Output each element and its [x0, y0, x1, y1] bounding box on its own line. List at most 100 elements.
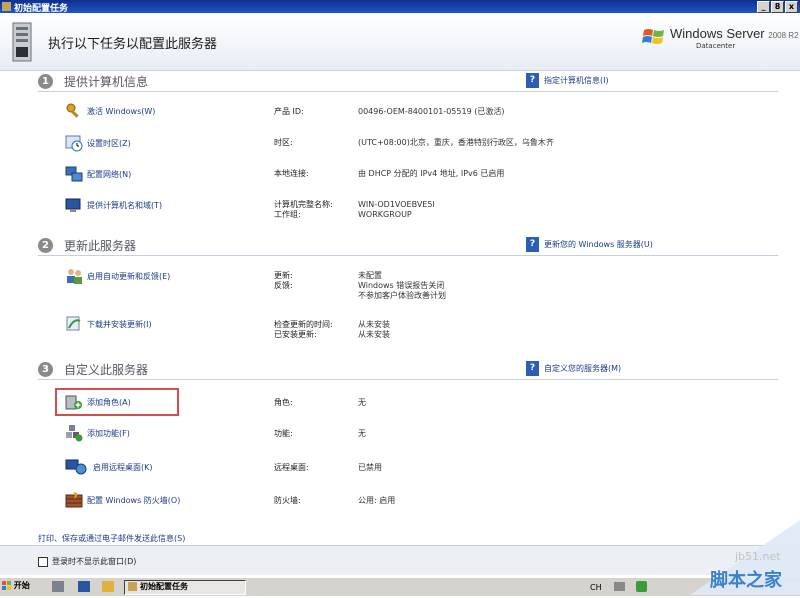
section-title: 提供计算机信息 [64, 75, 149, 89]
watermark-domain: jb51.net [735, 550, 781, 563]
prop-label: 功能: [274, 429, 293, 438]
explorer-icon[interactable] [102, 581, 114, 592]
prop-value: 已禁用 [358, 463, 382, 472]
brand-name: Windows Server [670, 26, 765, 41]
task-label: 配置网络(N) [87, 170, 132, 179]
prop-value: WIN-OD1VOEBVE5I WORKGROUP [358, 200, 435, 219]
section-number: 3 [38, 362, 53, 377]
specify-computer-info-link[interactable]: ? 指定计算机信息(I) [526, 73, 609, 88]
brand-edition: Datacenter [696, 42, 736, 50]
restore-button[interactable]: 8 [771, 1, 784, 13]
start-label: 开始 [13, 581, 30, 590]
prop-label: 防火墙: [274, 496, 301, 505]
server-icon [12, 22, 32, 62]
task-label: 添加功能(F) [87, 429, 130, 438]
close-button[interactable]: x [785, 1, 798, 13]
task-enable-auto-update[interactable]: 启用自动更新和反馈(E) [65, 267, 265, 289]
task-label: 激活 Windows(W) [87, 107, 156, 116]
powershell-icon[interactable] [78, 581, 90, 592]
window-icon [2, 2, 11, 11]
highlight-box [55, 388, 179, 416]
prop-value: 00496-OEM-8400101-05519 (已激活) [358, 107, 505, 116]
users-icon [67, 269, 82, 284]
task-list-area: 1 提供计算机信息 ? 指定计算机信息(I) 激活 Windows(W) 产品 … [0, 71, 800, 545]
prop-value: 从未安装 从未安装 [358, 320, 390, 339]
prop-value: 无 [358, 429, 366, 438]
brand-version: 2008 R2 [768, 31, 799, 40]
tray-keyboard-icon[interactable] [614, 582, 625, 591]
task-download-updates[interactable]: 下载并安装更新(I) [65, 315, 265, 337]
prop-label: 检查更新的时间: 已安装更新: [274, 320, 333, 339]
section-customize-server: 3 自定义此服务器 ? 自定义您的服务器(M) [38, 361, 778, 380]
help-icon: ? [526, 237, 539, 252]
task-configure-firewall[interactable]: 配置 Windows 防火墙(O) [65, 491, 265, 513]
help-icon: ? [526, 361, 539, 376]
window-title-bar[interactable]: 初始配置任务 _ 8 x [0, 0, 800, 14]
task-window-icon [128, 582, 137, 591]
dont-show-checkbox[interactable] [38, 557, 48, 567]
firewall-icon [65, 492, 83, 508]
tray-network-icon[interactable] [636, 581, 647, 592]
task-configure-network[interactable]: 配置网络(N) [65, 165, 265, 187]
task-enable-remote-desktop[interactable]: 启用远程桌面(K) [65, 458, 265, 480]
update-icon [66, 316, 81, 331]
prop-label: 远程桌面: [274, 463, 309, 472]
windows-server-logo: Windows Server 2008 R2 Datacenter [642, 26, 799, 56]
watermark-site-name: 脚本之家 [710, 570, 782, 591]
checkbox-label: 登录时不显示此窗口(D) [52, 557, 137, 566]
print-save-email-link[interactable]: 打印、保存或通过电子邮件发送此信息(S) [38, 533, 185, 544]
update-server-link[interactable]: ? 更新您的 Windows 服务器(U) [526, 237, 653, 252]
prop-value: (UTC+08:00)北京，重庆，香港特别行政区，乌鲁木齐 [358, 138, 554, 147]
section-number: 1 [38, 74, 53, 89]
prop-value: 公用: 启用 [358, 496, 396, 505]
prop-label: 本地连接: [274, 169, 309, 178]
task-button-label: 初始配置任务 [140, 582, 188, 591]
prop-label: 时区: [274, 138, 293, 147]
start-button[interactable]: 开始 [2, 580, 38, 593]
customize-server-link[interactable]: ? 自定义您的服务器(M) [526, 361, 622, 376]
section-title: 自定义此服务器 [64, 363, 149, 377]
prop-value: 由 DHCP 分配的 IPv4 地址, IPv6 已启用 [358, 169, 505, 178]
watermark: jb51.net 脚本之家 [690, 520, 800, 595]
task-label: 启用远程桌面(K) [93, 463, 153, 472]
prop-value: 无 [358, 398, 366, 407]
key-icon [66, 103, 79, 118]
section-title: 更新此服务器 [64, 239, 137, 253]
task-activate-windows[interactable]: 激活 Windows(W) [65, 102, 265, 124]
task-computer-name-domain[interactable]: 提供计算机名和域(T) [65, 196, 265, 218]
prop-value: 未配置 Windows 错误报告关闭 不参加客户体验改善计划 [358, 271, 446, 300]
section-update-server: 2 更新此服务器 ? 更新您的 Windows 服务器(U) [38, 237, 778, 256]
help-icon: ? [526, 73, 539, 88]
link-label: 更新您的 Windows 服务器(U) [544, 240, 653, 249]
windows-start-icon [2, 581, 11, 590]
prop-label: 计算机完整名称: 工作组: [274, 200, 333, 219]
section-computer-info: 1 提供计算机信息 ? 指定计算机信息(I) [38, 73, 778, 92]
tray-language[interactable]: CH [590, 583, 602, 592]
computer-icon [65, 198, 81, 212]
prop-label: 产品 ID: [274, 107, 304, 116]
section-number: 2 [38, 238, 53, 253]
prop-label: 角色: [274, 398, 293, 407]
page-title: 执行以下任务以配置此服务器 [48, 37, 218, 52]
link-label: 指定计算机信息(I) [544, 76, 609, 85]
taskbar-task-initial-config[interactable]: 初始配置任务 [124, 580, 246, 595]
task-label: 启用自动更新和反馈(E) [87, 272, 171, 281]
add-feature-icon [66, 425, 83, 442]
remote-desktop-icon [65, 459, 87, 475]
task-label: 配置 Windows 防火墙(O) [87, 496, 181, 505]
link-label: 自定义您的服务器(M) [544, 364, 622, 373]
windows-flag-icon [642, 29, 664, 44]
options-bar: 登录时不显示此窗口(D) [0, 545, 800, 575]
network-icon [65, 166, 83, 182]
page-header: 执行以下任务以配置此服务器 Windows Server 2008 R2 Dat… [0, 13, 800, 71]
server-manager-icon[interactable] [52, 581, 64, 592]
prop-label: 更新: 反馈: [274, 271, 293, 290]
task-add-features[interactable]: 添加功能(F) [65, 424, 265, 446]
clock-icon [65, 135, 83, 152]
task-label: 设置时区(Z) [87, 139, 131, 148]
taskbar: 开始 初始配置任务 CH [0, 577, 800, 596]
task-label: 提供计算机名和域(T) [87, 201, 163, 210]
task-label: 下载并安装更新(I) [87, 320, 152, 329]
task-set-timezone[interactable]: 设置时区(Z) [65, 134, 265, 156]
minimize-button[interactable]: _ [757, 1, 770, 13]
